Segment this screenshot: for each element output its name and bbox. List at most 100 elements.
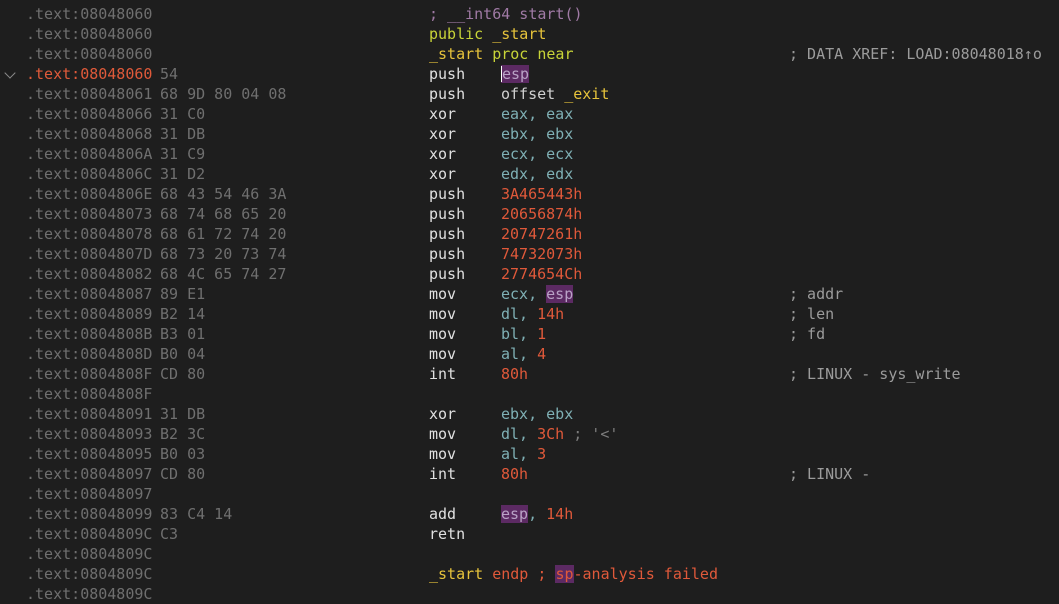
directive[interactable]: public _start	[429, 24, 546, 44]
instruction-operands[interactable]: ebx, ebx	[501, 124, 573, 144]
line-address[interactable]: .text:08048060	[26, 24, 152, 44]
line-address[interactable]: .text:08048087	[26, 284, 152, 304]
listing-line[interactable]: .text:0804809C C3 retn	[0, 524, 1059, 544]
instruction-operands[interactable]: esp	[501, 64, 530, 84]
listing-line[interactable]: .text:0804806A 31 C9 xor ecx, ecx	[0, 144, 1059, 164]
instruction-mnemonic[interactable]: mov	[429, 424, 456, 444]
listing-line[interactable]: .text:0804808B B3 01 mov bl, 1 ; fd	[0, 324, 1059, 344]
instruction-mnemonic[interactable]: mov	[429, 284, 456, 304]
directive-token[interactable]: ; __int64 start()	[429, 5, 583, 23]
line-address[interactable]: .text:08048099	[26, 504, 152, 524]
operand-token[interactable]: 80h	[501, 465, 528, 483]
listing-line[interactable]: .text:0804806E 68 43 54 46 3A push 3A465443…	[0, 184, 1059, 204]
line-address[interactable]: .text:08048093	[26, 424, 152, 444]
listing-line[interactable]: .text:08048099 83 C4 14 add esp, 14h	[0, 504, 1059, 524]
instruction-operands[interactable]: dl, 3Ch ; '<'	[501, 424, 618, 444]
listing-line[interactable]: .text:08048066 31 C0 xor eax, eax	[0, 104, 1059, 124]
directive[interactable]: _start proc near	[429, 44, 574, 64]
instruction-operands[interactable]: al, 4	[501, 344, 546, 364]
instruction-operands[interactable]: eax, eax	[501, 104, 573, 124]
listing-line[interactable]: .text:0804806C 31 D2 xor edx, edx	[0, 164, 1059, 184]
directive-token[interactable]: endp ;	[483, 565, 555, 583]
instruction-mnemonic[interactable]: mov	[429, 444, 456, 464]
operand-token[interactable]: ebx, ebx	[501, 125, 573, 143]
instruction-mnemonic[interactable]: xor	[429, 104, 456, 124]
operand-token[interactable]: al,	[501, 345, 537, 363]
line-address[interactable]: .text:0804809C	[26, 584, 152, 604]
operand-token[interactable]: 14h	[537, 305, 564, 323]
instruction-mnemonic[interactable]: push	[429, 84, 465, 104]
line-address[interactable]: .text:08048060	[26, 44, 152, 64]
instruction-mnemonic[interactable]: retn	[429, 524, 465, 544]
line-address[interactable]: .text:0804809C	[26, 524, 152, 544]
line-address[interactable]: .text:08048073	[26, 204, 152, 224]
line-address[interactable]: .text:08048089	[26, 304, 152, 324]
instruction-operands[interactable]: 20747261h	[501, 224, 582, 244]
instruction-operands[interactable]: ecx, esp	[501, 284, 574, 304]
instruction-mnemonic[interactable]: push	[429, 224, 465, 244]
listing-line[interactable]: .text:08048089 B2 14 mov dl, 14h ; len	[0, 304, 1059, 324]
operand-token[interactable]: esp	[546, 285, 574, 303]
line-address[interactable]: .text:0804807D	[26, 244, 152, 264]
operand-token[interactable]: offset	[501, 85, 564, 103]
instruction-operands[interactable]: dl, 14h	[501, 304, 564, 324]
instruction-operands[interactable]: edx, edx	[501, 164, 573, 184]
line-address[interactable]: .text:0804806C	[26, 164, 152, 184]
listing-line[interactable]: .text:08048060 _start proc near ; DATA XRE…	[0, 44, 1059, 64]
directive-token[interactable]: sp	[555, 565, 574, 583]
instruction-operands[interactable]: 3A465443h	[501, 184, 582, 204]
operand-token[interactable]: dl,	[501, 305, 537, 323]
instruction-mnemonic[interactable]: mov	[429, 304, 456, 324]
listing-line[interactable]: .text:0804809C _start endp ; sp-analysis …	[0, 564, 1059, 584]
directive[interactable]: ; __int64 start()	[429, 4, 583, 24]
operand-token[interactable]: 2774654Ch	[501, 265, 582, 283]
operand-token[interactable]: esp	[501, 65, 530, 83]
listing-line[interactable]: .text:08048060 ; __int64 start()	[0, 4, 1059, 24]
operand-token[interactable]: 74732073h	[501, 245, 582, 263]
listing-line[interactable]: .text:08048068 31 DB xor ebx, ebx	[0, 124, 1059, 144]
operand-token[interactable]: dl,	[501, 425, 537, 443]
line-address[interactable]: .text:0804806E	[26, 184, 152, 204]
directive-token[interactable]: _start	[429, 565, 483, 583]
directive-token[interactable]: public	[429, 25, 492, 43]
instruction-operands[interactable]: 80h	[501, 364, 528, 384]
instruction-operands[interactable]: bl, 1	[501, 324, 546, 344]
instruction-operands[interactable]: esp, 14h	[501, 504, 573, 524]
disassembly-listing[interactable]: .text:08048060; __int64 start() .text:080…	[0, 4, 1059, 603]
operand-token[interactable]: 3A465443h	[501, 185, 582, 203]
operand-token[interactable]: ecx, ecx	[501, 145, 573, 163]
directive-token[interactable]: proc near	[483, 45, 573, 63]
operand-token[interactable]: bl,	[501, 325, 537, 343]
operand-token[interactable]: ebx, ebx	[501, 405, 573, 423]
listing-line[interactable]: .text:08048082 68 4C 65 74 27 push 2774654C…	[0, 264, 1059, 284]
line-address[interactable]: .text:0804809C	[26, 544, 152, 564]
line-address[interactable]: .text:08048066	[26, 104, 152, 124]
instruction-mnemonic[interactable]: push	[429, 64, 465, 84]
instruction-mnemonic[interactable]: xor	[429, 404, 456, 424]
operand-token[interactable]: 1	[537, 325, 546, 343]
instruction-operands[interactable]: ebx, ebx	[501, 404, 573, 424]
line-address[interactable]: .text:08048060	[26, 4, 152, 24]
listing-line[interactable]: .text:08048091 31 DB xor ebx, ebx	[0, 404, 1059, 424]
line-address[interactable]: .text:08048097	[26, 484, 152, 504]
directive[interactable]: _start endp ; sp-analysis failed	[429, 564, 718, 584]
line-address[interactable]: .text:08048078	[26, 224, 152, 244]
operand-token[interactable]: 20656874h	[501, 205, 582, 223]
listing-line[interactable]: .text:0804808F CD 80 int 80h ; LINUX - sys_w…	[0, 364, 1059, 384]
operand-token[interactable]: edx, edx	[501, 165, 573, 183]
directive-token[interactable]: _start	[429, 45, 483, 63]
instruction-mnemonic[interactable]: push	[429, 204, 465, 224]
instruction-mnemonic[interactable]: push	[429, 184, 465, 204]
listing-line[interactable]: .text:0804809C	[0, 584, 1059, 604]
line-address[interactable]: .text:0804808F	[26, 364, 152, 384]
operand-token[interactable]: 4	[537, 345, 546, 363]
instruction-mnemonic[interactable]: mov	[429, 324, 456, 344]
listing-line[interactable]: .text:08048078 68 61 72 74 20 push 20747261…	[0, 224, 1059, 244]
instruction-operands[interactable]: al, 3	[501, 444, 546, 464]
operand-token[interactable]: eax, eax	[501, 105, 573, 123]
instruction-operands[interactable]: ecx, ecx	[501, 144, 573, 164]
instruction-mnemonic[interactable]: int	[429, 464, 456, 484]
operand-token[interactable]: 14h	[546, 505, 573, 523]
listing-line[interactable]: .text:08048097	[0, 484, 1059, 504]
line-address[interactable]: .text:08048091	[26, 404, 152, 424]
